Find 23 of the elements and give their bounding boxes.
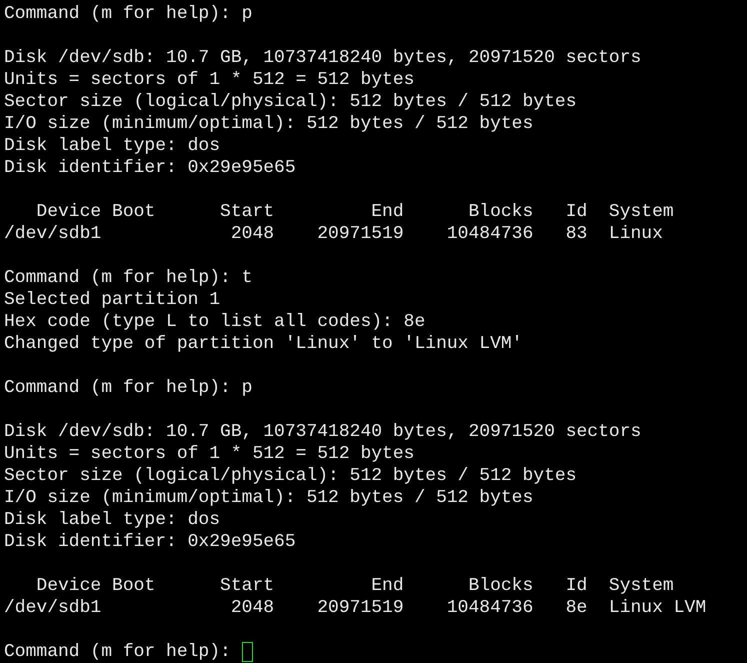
terminal-line: Units = sectors of 1 * 512 = 512 bytes xyxy=(4,69,414,91)
terminal-line: Command (m for help): p xyxy=(4,377,252,399)
terminal-line: Command (m for help): t xyxy=(4,267,252,289)
terminal-line: I/O size (minimum/optimal): 512 bytes / 512 bytes xyxy=(4,487,534,509)
terminal-line: Disk /dev/sdb: 10.7 GB, 10737418240 bytes, 20971520 sectors xyxy=(4,47,642,69)
terminal-line: Disk /dev/sdb: 10.7 GB, 10737418240 bytes, 20971520 sectors xyxy=(4,421,642,443)
terminal-line: Units = sectors of 1 * 512 = 512 bytes xyxy=(4,443,414,465)
terminal-line: /dev/sdb1 2048 20971519 10484736 8e Linux LVM xyxy=(4,597,706,619)
terminal-line: Changed type of partition 'Linux' to 'Linux LVM' xyxy=(4,333,522,355)
terminal-line: /dev/sdb1 2048 20971519 10484736 83 Linux xyxy=(4,223,663,245)
terminal-line: Disk label type: dos xyxy=(4,135,220,157)
terminal-line: Command (m for help): p xyxy=(4,3,252,25)
terminal-line: Selected partition 1 xyxy=(4,289,220,311)
terminal-line: Device Boot Start End Blocks Id System xyxy=(35,575,674,597)
terminal-line: Device Boot Start End Blocks Id System xyxy=(35,201,674,223)
terminal-line: Hex code (type L to list all codes): 8e xyxy=(4,311,426,333)
terminal-line: I/O size (minimum/optimal): 512 bytes / 512 bytes xyxy=(4,113,534,135)
terminal-line: Disk identifier: 0x29e95e65 xyxy=(4,157,296,179)
terminal-line: Disk label type: dos xyxy=(4,509,220,531)
terminal-line: Disk identifier: 0x29e95e65 xyxy=(4,531,296,553)
terminal-line: Sector size (logical/physical): 512 bytes / 512 bytes xyxy=(4,91,576,113)
terminal-line: Command (m for help): xyxy=(4,641,232,663)
terminal-line: Sector size (logical/physical): 512 bytes / 512 bytes xyxy=(4,465,576,487)
